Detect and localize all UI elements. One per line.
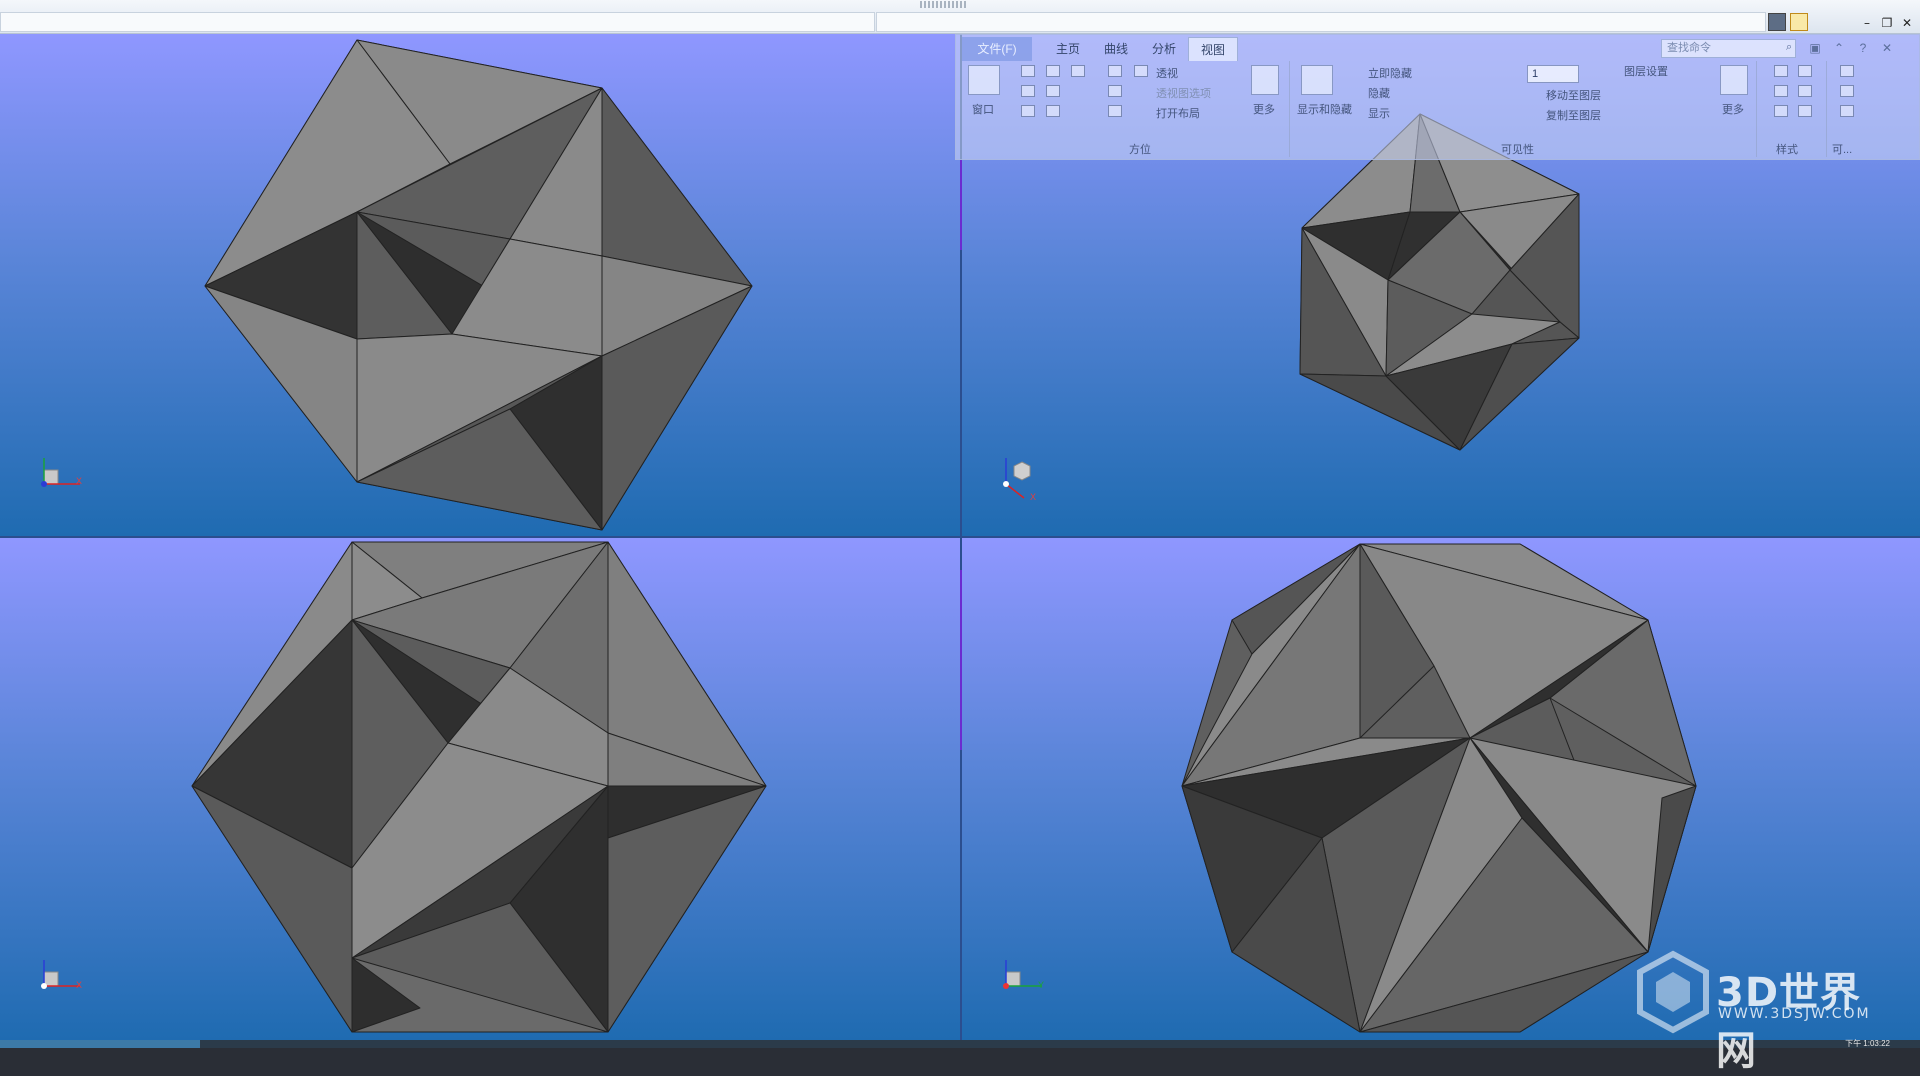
view-orient-icon[interactable]	[1021, 65, 1035, 77]
viewport-bottom-left[interactable]: X	[0, 538, 960, 1040]
capture-icon[interactable]	[1840, 85, 1854, 97]
view-iso-icon[interactable]	[1071, 65, 1085, 77]
zoom-fit-icon[interactable]	[1108, 65, 1122, 77]
axis-x-label: X	[76, 980, 83, 990]
tab-home[interactable]: 主页	[1044, 37, 1092, 61]
copy-to-layer-button[interactable]: 复制至图层	[1546, 107, 1601, 123]
view-top-icon[interactable]	[1021, 85, 1035, 97]
view-front-icon[interactable]	[1046, 65, 1060, 77]
collapse-ribbon-icon[interactable]: ⌃	[1830, 39, 1848, 57]
selection-marker	[960, 570, 962, 750]
tab-curve[interactable]: 曲线	[1092, 37, 1140, 61]
open-layout-button[interactable]: 打开布局	[1156, 105, 1200, 121]
ribbon-body: 窗口 透视 透视图选项 打开布局 更多 方位 显示和隐藏 立即隐藏 隐藏 显示 …	[956, 61, 1919, 161]
perspective-options-button[interactable]: 透视图选项	[1156, 85, 1211, 101]
grid-icon[interactable]	[1134, 65, 1148, 77]
tab-view[interactable]: 视图	[1188, 37, 1239, 61]
visual-icon[interactable]	[1840, 65, 1854, 77]
axis-triad-icon	[1003, 960, 1042, 989]
view-back-icon[interactable]	[1046, 105, 1060, 117]
perspective-button[interactable]: 透视	[1156, 65, 1178, 81]
single-view-icon[interactable]	[1768, 13, 1786, 31]
show-button[interactable]: 显示	[1368, 105, 1390, 121]
ribbon-right-icons: ▣ ⌃ ? ✕	[1806, 39, 1896, 57]
view-right-icon[interactable]	[1021, 105, 1035, 117]
layer-settings-button[interactable]: 图层设置	[1624, 63, 1668, 79]
group-divider	[1289, 61, 1290, 157]
window-controls: – ❐ ✕	[1858, 14, 1916, 32]
selection-marker	[960, 160, 962, 250]
ribbon: 文件(F) 主页 曲线 分析 视图 查找命令 ⌕ ▣ ⌃ ? ✕ 窗口 透视 透…	[955, 34, 1920, 160]
axis-x-label: X	[76, 476, 83, 486]
left-strip	[0, 12, 875, 32]
immediate-hide-button[interactable]: 立即隐藏	[1368, 65, 1412, 81]
axis-x-label: X	[1030, 492, 1037, 502]
taskbar	[0, 1040, 1920, 1048]
viewport-top-left[interactable]: X	[0, 34, 960, 536]
visibility-group-label: 可见性	[1501, 144, 1534, 156]
orientation-group-label: 方位	[1129, 144, 1151, 156]
close-pane-icon[interactable]: ✕	[1878, 39, 1896, 57]
face-analysis-icon[interactable]	[1798, 105, 1812, 117]
restore-button[interactable]: ❐	[1878, 14, 1896, 32]
window-label[interactable]: 窗口	[972, 101, 994, 117]
more-orient-icon[interactable]	[1251, 65, 1279, 95]
axis-y-label: Y	[1038, 980, 1045, 990]
help-icon[interactable]: ?	[1854, 39, 1872, 57]
drag-grip[interactable]	[920, 1, 966, 8]
window-icon[interactable]	[968, 65, 1000, 95]
more-orient-label[interactable]: 更多	[1253, 101, 1275, 117]
show-hide-label[interactable]: 显示和隐藏	[1297, 101, 1352, 117]
studio-icon[interactable]	[1774, 105, 1788, 117]
rotate-icon[interactable]	[1108, 105, 1122, 117]
multi-view-icon[interactable]	[1790, 13, 1808, 31]
command-search-input[interactable]: 查找命令	[1661, 39, 1796, 58]
taskbar-active-segment	[0, 1040, 200, 1048]
tab-file[interactable]: 文件(F)	[962, 37, 1032, 61]
right-strip	[876, 12, 1766, 32]
watermark-logo-icon	[1637, 950, 1709, 1034]
layer-select[interactable]: 1	[1527, 65, 1579, 83]
tab-analysis[interactable]: 分析	[1140, 37, 1188, 61]
watermark-url: WWW.3DSJW.COM	[1718, 1006, 1871, 1022]
more-visibility-icon[interactable]	[1720, 65, 1748, 95]
png-export-icon[interactable]	[1840, 105, 1854, 117]
shaded-edges-icon[interactable]	[1774, 85, 1788, 97]
move-to-layer-button[interactable]: 移动至图层	[1546, 87, 1601, 103]
view-left-icon[interactable]	[1046, 85, 1060, 97]
more-visibility-label[interactable]: 更多	[1722, 101, 1744, 117]
wireframe-icon[interactable]	[1798, 65, 1812, 77]
watermark: 3D世界网 WWW.3DSJW.COM	[1636, 950, 1896, 1074]
title-bar: – ❐ ✕	[0, 0, 1920, 34]
style-group-label: 样式	[1776, 144, 1798, 156]
group-divider	[1826, 61, 1827, 157]
icosahedron-view-top-left	[204, 39, 753, 531]
hide-button[interactable]: 隐藏	[1368, 85, 1390, 101]
hidden-edges-icon[interactable]	[1798, 85, 1812, 97]
group-divider	[1756, 61, 1757, 157]
axis-triad-icon	[41, 960, 80, 989]
zoom-area-icon[interactable]	[1108, 85, 1122, 97]
axis-triad-icon	[1003, 458, 1031, 499]
visualization-group-label: 可...	[1832, 144, 1853, 156]
show-hide-icon[interactable]	[1301, 65, 1333, 95]
minimize-button[interactable]: –	[1858, 14, 1876, 32]
icosahedron-view-bottom-left	[191, 541, 767, 1033]
layout-icon[interactable]: ▣	[1806, 39, 1824, 57]
close-button[interactable]: ✕	[1898, 14, 1916, 32]
shaded-icon[interactable]	[1774, 65, 1788, 77]
